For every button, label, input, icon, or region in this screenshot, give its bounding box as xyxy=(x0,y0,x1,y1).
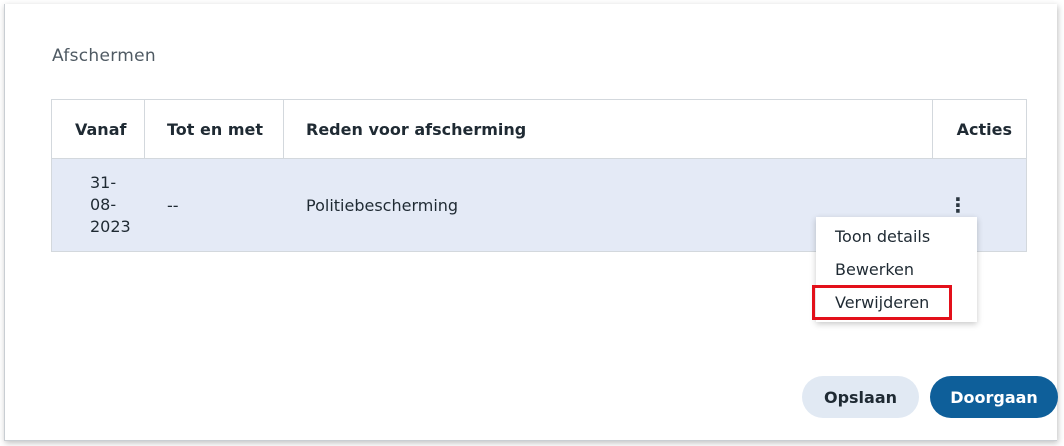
column-header-tot-en-met: Tot en met xyxy=(145,100,284,158)
column-header-acties: Acties xyxy=(956,119,1012,139)
cell-vanaf: 31-08- 2023 xyxy=(52,159,145,251)
continue-button[interactable]: Doorgaan xyxy=(930,376,1058,418)
menu-item-bewerken[interactable]: Bewerken xyxy=(816,253,977,286)
menu-item-verwijderen[interactable]: Verwijderen xyxy=(812,285,952,320)
column-header-reden: Reden voor afscherming xyxy=(284,100,933,158)
cell-vanaf-date-part2: 2023 xyxy=(90,217,131,236)
save-button[interactable]: Opslaan xyxy=(802,376,919,418)
menu-item-toon-details[interactable]: Toon details xyxy=(816,220,977,253)
column-header-vanaf: Vanaf xyxy=(52,100,145,158)
row-actions-menu: Toon details Bewerken Verwijderen xyxy=(812,217,977,322)
table-header: Vanaf Tot en met Reden voor afscherming … xyxy=(52,100,1026,159)
kebab-menu-icon[interactable]: ⋮ xyxy=(948,195,968,215)
cell-vanaf-date-part1: 31-08- xyxy=(90,173,117,214)
cell-tot-en-met: -- xyxy=(167,195,179,215)
dialog-title: Afschermen xyxy=(52,46,156,66)
